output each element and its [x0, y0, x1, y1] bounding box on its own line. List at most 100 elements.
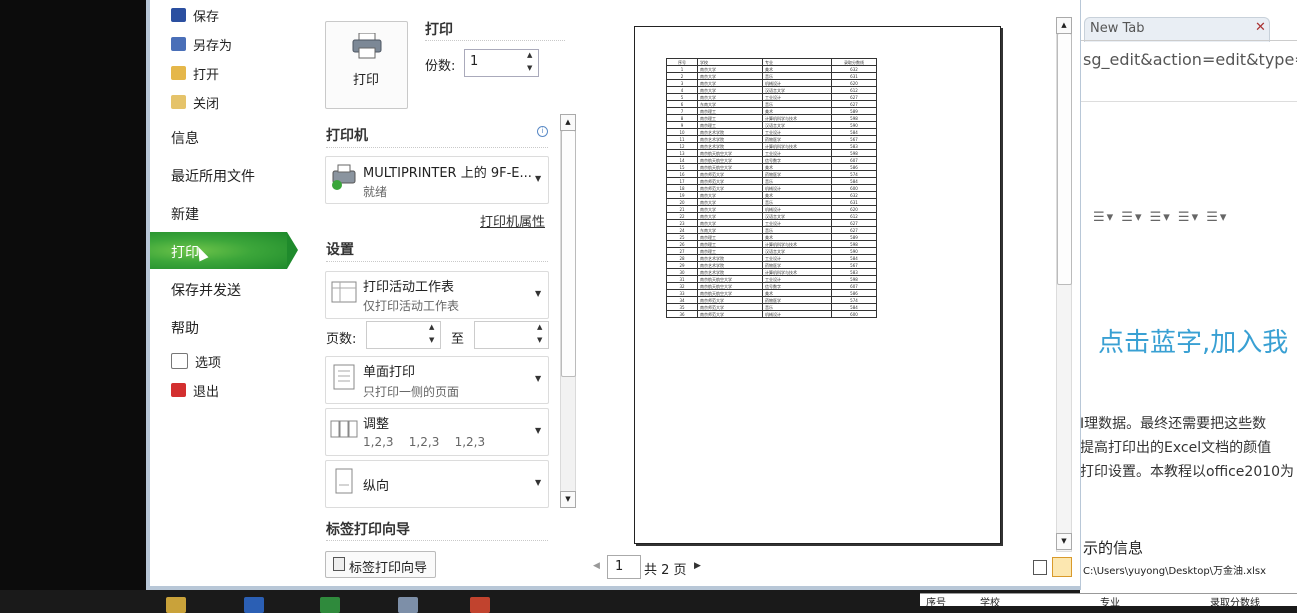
table-cell: 美术 — [762, 107, 832, 115]
table-cell: 26 — [666, 240, 698, 248]
table-cell: 567 — [831, 261, 877, 269]
spin-up-icon[interactable]: ▲ — [537, 323, 542, 331]
spin-up-icon[interactable]: ▲ — [429, 323, 434, 331]
table-cell: 南京航天航空大学 — [697, 156, 763, 164]
table-row: 34 南京师范大学 药物医学 574 — [666, 296, 877, 304]
table-cell: 汉语言文学 — [762, 212, 832, 220]
spin-down-icon[interactable]: ▼ — [537, 336, 542, 344]
table-cell: 13 — [666, 149, 698, 157]
browser-url[interactable]: sg_edit&action=edit&type= — [1083, 50, 1297, 69]
table-cell: 工业设计 — [762, 275, 832, 283]
zoom-to-page-icon[interactable] — [1052, 557, 1072, 577]
table-row: 1 南京大学 美术 632 — [666, 65, 877, 73]
nav-new[interactable]: 新建 — [171, 204, 199, 224]
settings-scroll-thumb[interactable] — [561, 130, 576, 377]
table-cell: 专业 — [762, 58, 832, 66]
table-cell: 21 — [666, 205, 698, 213]
table-cell: 574 — [831, 170, 877, 178]
table-row: 12 南京艺术学院 计算机科学与技术 583 — [666, 142, 877, 150]
editor-toolbar-icons[interactable]: ☰▾ ☰▾ ☰▾ ☰▾ ☰▾ — [1093, 210, 1228, 225]
table-row: 25 南京理工 美术 589 — [666, 233, 877, 241]
sides-title: 单面打印 — [363, 365, 416, 380]
table-cell: 620 — [831, 205, 877, 213]
taskbar-excel-icon[interactable] — [320, 597, 340, 613]
table-cell: 29 — [666, 261, 698, 269]
table-cell: 632 — [831, 191, 877, 199]
nav-info[interactable]: 信息 — [171, 128, 199, 148]
nav-exit[interactable]: 退出 — [171, 379, 219, 401]
table-cell: 586 — [831, 289, 877, 297]
spin-down-icon[interactable]: ▼ — [527, 64, 532, 72]
scroll-down-icon[interactable]: ▼ — [1056, 533, 1072, 550]
table-cell: 589 — [831, 107, 877, 115]
next-page-icon[interactable]: ▶ — [694, 561, 701, 571]
current-page-input[interactable] — [607, 555, 641, 579]
table-cell: 机械设计 — [762, 205, 832, 213]
table-cell: 汉语言文学 — [762, 247, 832, 255]
browser-tab-label: New Tab — [1090, 21, 1145, 36]
preview-scroll-thumb[interactable] — [1057, 33, 1072, 285]
table-cell: 627 — [831, 226, 877, 234]
nav-close[interactable]: 关闭 — [171, 91, 219, 113]
orientation-title: 纵向 — [363, 479, 390, 494]
table-cell: 627 — [831, 100, 877, 108]
table-cell: 600 — [831, 184, 877, 192]
nav-save[interactable]: 保存 — [171, 4, 219, 26]
scroll-up-icon[interactable]: ▲ — [560, 114, 576, 131]
table-cell: 584 — [831, 254, 877, 262]
spin-up-icon[interactable]: ▲ — [527, 51, 532, 59]
table-cell: 30 — [666, 268, 698, 276]
scroll-up-icon[interactable]: ▲ — [1056, 17, 1072, 34]
table-cell: 南京航天航空大学 — [697, 149, 763, 157]
table-cell: 工业设计 — [762, 219, 832, 227]
table-row: 20 南京大学 音乐 631 — [666, 198, 877, 206]
nav-help[interactable]: 帮助 — [171, 318, 199, 338]
table-cell: 东南大学 — [697, 226, 763, 234]
table-cell: 3 — [666, 79, 698, 87]
previous-page-icon[interactable]: ◀ — [593, 561, 600, 571]
table-cell: 南京航天航空大学 — [697, 275, 763, 283]
table-cell: 机械设计 — [762, 79, 832, 87]
info-icon[interactable]: i — [537, 126, 548, 137]
table-cell: 南京理工 — [697, 114, 763, 122]
table-cell: 工业设计 — [762, 128, 832, 136]
close-icon[interactable]: ✕ — [1255, 20, 1266, 35]
orientation-dropdown[interactable] — [325, 460, 549, 508]
printer-properties-link[interactable]: 打印机属性 — [480, 211, 545, 230]
table-cell: 音乐 — [762, 198, 832, 206]
table-cell: 10 — [666, 128, 698, 136]
table-cell: 9 — [666, 121, 698, 129]
taskbar-monitor-icon[interactable] — [398, 597, 418, 613]
chevron-down-icon: ▼ — [535, 289, 542, 298]
table-row: 14 南京航天航空大学 信号数字 607 — [666, 156, 877, 164]
table-cell: 600 — [831, 310, 877, 318]
table-cell: 美术 — [762, 163, 832, 171]
nav-open[interactable]: 打开 — [171, 62, 219, 84]
table-cell: 24 — [666, 226, 698, 234]
scroll-down-icon[interactable]: ▼ — [560, 491, 576, 508]
table-cell: 35 — [666, 303, 698, 311]
table-row: 8 南京理工 计算机科学与技术 598 — [666, 114, 877, 122]
table-row: 10 南京艺术学院 工业设计 584 — [666, 128, 877, 136]
taskbar-powerpoint-icon[interactable] — [470, 597, 490, 613]
show-margins-icon[interactable] — [1033, 560, 1047, 575]
nav-recent[interactable]: 最近所用文件 — [171, 166, 255, 186]
article-blue-heading[interactable]: 点击蓝字,加入我 — [1098, 322, 1288, 359]
taskbar-folder-icon[interactable] — [166, 597, 186, 613]
nav-options[interactable]: 选项 — [171, 350, 221, 372]
table-cell: 589 — [831, 233, 877, 241]
open-folder-icon — [171, 66, 186, 80]
table-cell: 586 — [831, 163, 877, 171]
table-row: 18 南京师范大学 机械设计 600 — [666, 184, 877, 192]
nav-save-send[interactable]: 保存并发送 — [171, 280, 241, 300]
nav-save-as[interactable]: 另存为 — [171, 33, 232, 55]
table-header-row: 序号 学校 专业 录取分数线 — [666, 58, 877, 66]
table-cell: 南京航天航空大学 — [697, 289, 763, 297]
table-cell: 南京大学 — [697, 72, 763, 80]
chevron-down-icon: ▼ — [535, 478, 542, 487]
table-cell: 17 — [666, 177, 698, 185]
taskbar-word-icon[interactable] — [244, 597, 264, 613]
spin-down-icon[interactable]: ▼ — [429, 336, 434, 344]
table-cell: 音乐 — [762, 177, 832, 185]
table-row: 9 南京理工 汉语言文学 590 — [666, 121, 877, 129]
